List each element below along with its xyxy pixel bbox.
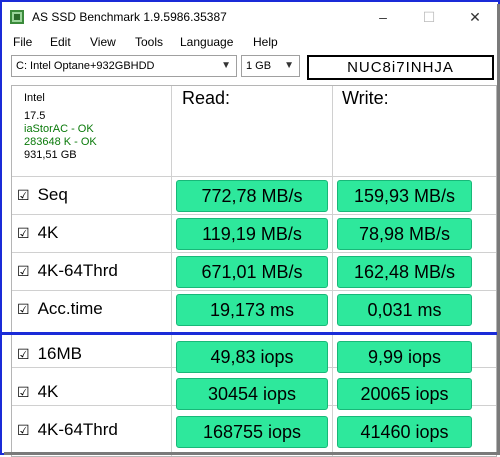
read-header: Read: <box>182 88 231 108</box>
write-header: Write: <box>342 88 389 108</box>
drive-capacity: 931,51 GB <box>24 149 77 161</box>
chevron-down-icon: ▼ <box>284 60 294 71</box>
results-grid: Intel 17.5 iaStorAC - OK 283648 K - OK 9… <box>11 85 497 457</box>
16mb-write-iops: 9,99 iops <box>337 341 472 373</box>
app-icon <box>10 10 24 24</box>
test-checkbox-acc-time[interactable]: ☑ Acc.time <box>17 299 103 319</box>
test-label: 4K-64Thrd <box>37 420 118 439</box>
test-checkbox-4k-64thrd-iops[interactable]: ☑ 4K-64Thrd <box>17 420 118 440</box>
16mb-read-iops: 49,83 iops <box>176 341 328 373</box>
test-checkbox-seq[interactable]: ☑ Seq <box>17 185 68 205</box>
acc-time-read-result: 19,173 ms <box>176 294 328 326</box>
maximize-button[interactable]: ☐ <box>406 2 452 32</box>
4k-read-iops: 30454 iops <box>176 378 328 410</box>
driver-status: iaStorAC - OK <box>24 123 94 135</box>
4k-64thrd-write-result: 162,48 MB/s <box>337 256 472 288</box>
test-checkbox-4k[interactable]: ☑ 4K <box>17 223 58 243</box>
test-size-value: 1 GB <box>246 60 272 72</box>
menu-view[interactable]: View <box>90 35 116 49</box>
drive-info: Intel 17.5 iaStorAC - OK 283648 K - OK 9… <box>24 92 97 162</box>
column-divider <box>332 86 333 456</box>
test-checkbox-4k-64thrd[interactable]: ☑ 4K-64Thrd <box>17 261 118 281</box>
title-bar: AS SSD Benchmark 1.9.5986.35387 – ☐ ✕ <box>2 2 498 32</box>
drive-firmware: 17.5 <box>24 110 46 122</box>
4k-64thrd-read-result: 671,01 MB/s <box>176 256 328 288</box>
app-window: AS SSD Benchmark 1.9.5986.35387 – ☐ ✕ Fi… <box>0 0 500 457</box>
seq-read-result: 772,78 MB/s <box>176 180 328 212</box>
drive-vendor: Intel <box>24 92 45 104</box>
checkbox-checked-icon: ☑ <box>17 346 30 362</box>
chevron-down-icon: ▼ <box>221 60 231 71</box>
column-divider <box>171 86 172 456</box>
test-label: 4K <box>37 223 59 242</box>
4k-64thrd-write-iops: 41460 iops <box>337 416 472 448</box>
window-title: AS SSD Benchmark 1.9.5986.35387 <box>32 10 227 24</box>
highlight-separator <box>2 332 498 335</box>
4k-write-result: 78,98 MB/s <box>337 218 472 250</box>
drive-select-value: C: Intel Optane+932GBHDD <box>16 60 155 72</box>
minimize-button[interactable]: – <box>360 2 406 32</box>
device-name-field[interactable]: NUC8i7INHJA <box>307 55 494 80</box>
row-divider <box>12 176 496 177</box>
test-label: Seq <box>37 185 68 204</box>
alignment-status: 283648 K - OK <box>24 136 97 148</box>
seq-write-result: 159,93 MB/s <box>337 180 472 212</box>
test-label: 4K-64Thrd <box>37 261 118 280</box>
row-divider <box>12 290 496 291</box>
test-checkbox-16mb[interactable]: ☑ 16MB <box>17 344 82 364</box>
acc-time-write-result: 0,031 ms <box>337 294 472 326</box>
menu-tools[interactable]: Tools <box>135 35 163 49</box>
4k-read-result: 119,19 MB/s <box>176 218 328 250</box>
test-label: 16MB <box>37 344 82 363</box>
menu-language[interactable]: Language <box>180 35 233 49</box>
checkbox-checked-icon: ☑ <box>17 384 30 400</box>
row-divider <box>12 252 496 253</box>
4k-64thrd-read-iops: 168755 iops <box>176 416 328 448</box>
checkbox-checked-icon: ☑ <box>17 422 30 438</box>
close-button[interactable]: ✕ <box>452 2 498 32</box>
checkbox-checked-icon: ☑ <box>17 187 30 203</box>
checkbox-checked-icon: ☑ <box>17 263 30 279</box>
drive-select[interactable]: C: Intel Optane+932GBHDD ▼ <box>11 55 237 77</box>
test-checkbox-4k-iops[interactable]: ☑ 4K <box>17 382 58 402</box>
test-size-select[interactable]: 1 GB ▼ <box>241 55 300 77</box>
checkbox-checked-icon: ☑ <box>17 225 30 241</box>
menu-help[interactable]: Help <box>253 35 278 49</box>
menu-file[interactable]: File <box>13 35 32 49</box>
test-label: 4K <box>37 382 59 401</box>
test-label: Acc.time <box>37 299 103 318</box>
row-divider <box>12 214 496 215</box>
4k-write-iops: 20065 iops <box>337 378 472 410</box>
checkbox-checked-icon: ☑ <box>17 301 30 317</box>
menu-bar: File Edit View Tools Language Help <box>2 32 498 54</box>
menu-edit[interactable]: Edit <box>50 35 71 49</box>
